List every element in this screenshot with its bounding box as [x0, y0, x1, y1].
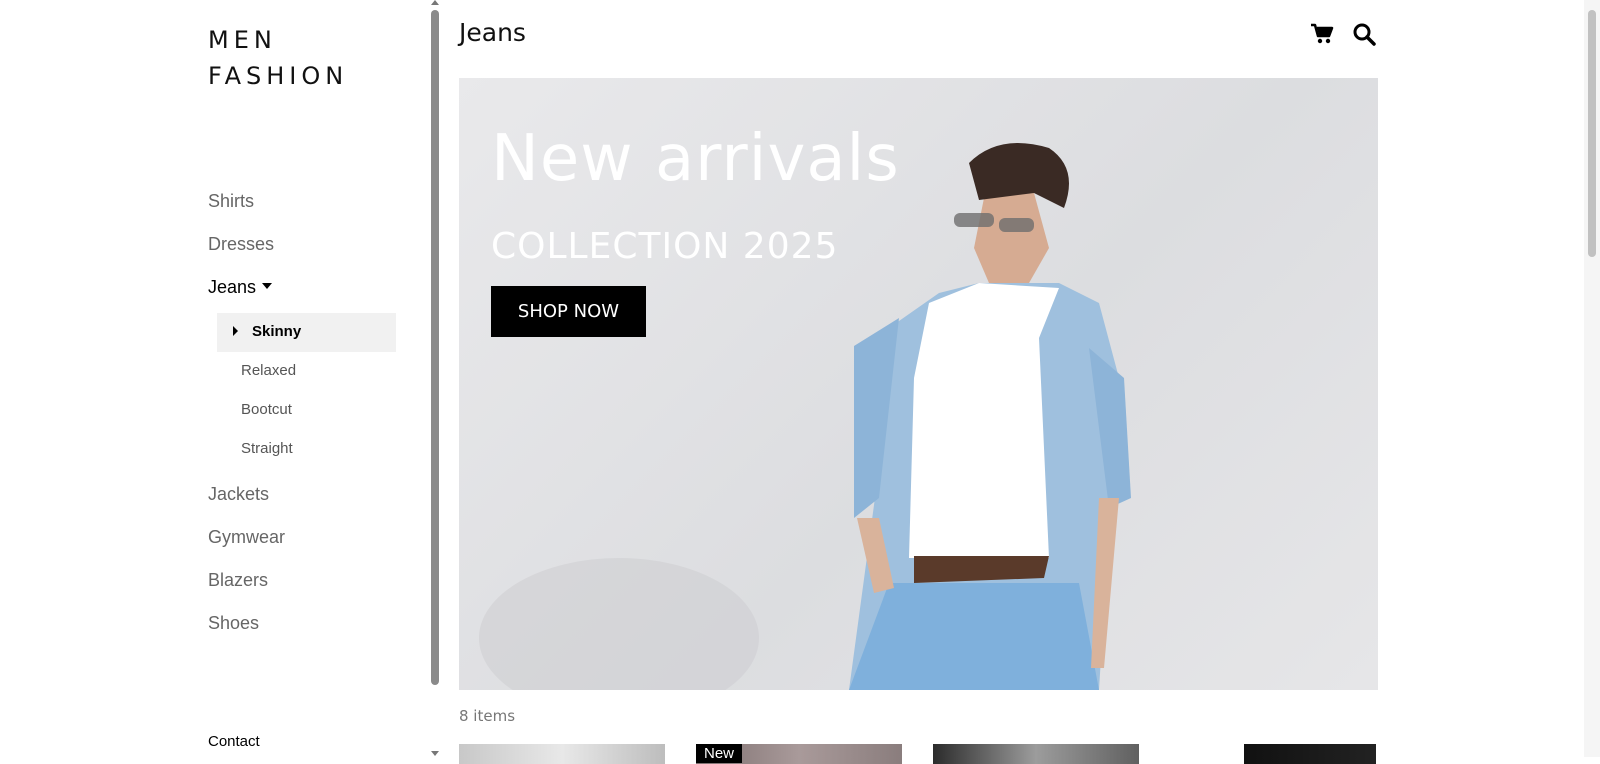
subnav-item-straight[interactable]: Straight [217, 430, 404, 469]
main-content: Jeans New arrivals COLLECTION 2025 SHOP … [459, 0, 1378, 764]
page-scrollbar[interactable] [1584, 0, 1600, 757]
nav-item-blazers[interactable]: Blazers [208, 565, 408, 608]
nav-item-jeans[interactable]: Jeans [208, 272, 408, 315]
nav-item-shoes[interactable]: Shoes [208, 608, 408, 651]
hero-title: New arrivals [491, 122, 900, 196]
brand-logo[interactable]: MEN FASHION [208, 22, 348, 94]
caret-down-icon [262, 283, 273, 290]
product-card[interactable] [1170, 744, 1376, 764]
scroll-down-arrow-icon[interactable] [431, 751, 439, 756]
cart-icon[interactable] [1308, 20, 1336, 48]
new-badge: New [696, 744, 743, 763]
caret-right-icon [233, 326, 238, 337]
scroll-up-arrow-icon[interactable] [431, 0, 439, 5]
product-card[interactable] [933, 744, 1139, 764]
search-icon[interactable] [1350, 20, 1378, 48]
sidebar-scrollbar[interactable] [428, 0, 444, 757]
item-count: 8 items [459, 707, 516, 725]
nav-item-gymwear[interactable]: Gymwear [208, 522, 408, 565]
header-icons [1308, 20, 1378, 48]
page-scroll-thumb[interactable] [1588, 10, 1596, 257]
product-card[interactable]: New [696, 744, 902, 764]
subnav-item-bootcut[interactable]: Bootcut [217, 391, 404, 430]
nav-item-dresses[interactable]: Dresses [208, 229, 408, 272]
jeans-subnav: Skinny Relaxed Bootcut Straight [208, 313, 408, 469]
category-nav: Shirts Dresses Jeans Skinny Relaxed Boot… [208, 186, 408, 651]
sidebar: MEN FASHION Shirts Dresses Jeans Skinny … [0, 0, 430, 757]
contact-link[interactable]: Contact [208, 733, 260, 750]
product-grid: New [459, 744, 1378, 764]
brand-line-1: MEN [208, 26, 277, 54]
nav-item-jackets[interactable]: Jackets [208, 479, 408, 522]
shop-now-button[interactable]: SHOP NOW [491, 286, 646, 337]
page-title: Jeans [459, 18, 526, 47]
hero-subtitle: COLLECTION 2025 [491, 226, 839, 267]
hero-banner: New arrivals COLLECTION 2025 SHOP NOW [459, 78, 1378, 690]
nav-item-shirts[interactable]: Shirts [208, 186, 408, 229]
subnav-item-relaxed[interactable]: Relaxed [217, 352, 404, 391]
nav-item-jeans-label: Jeans [208, 277, 257, 297]
subnav-item-skinny-label: Skinny [252, 323, 302, 340]
brand-line-2: FASHION [208, 62, 349, 90]
product-card[interactable] [459, 744, 665, 764]
sidebar-scroll-thumb[interactable] [431, 10, 439, 685]
subnav-item-skinny[interactable]: Skinny [217, 313, 396, 352]
